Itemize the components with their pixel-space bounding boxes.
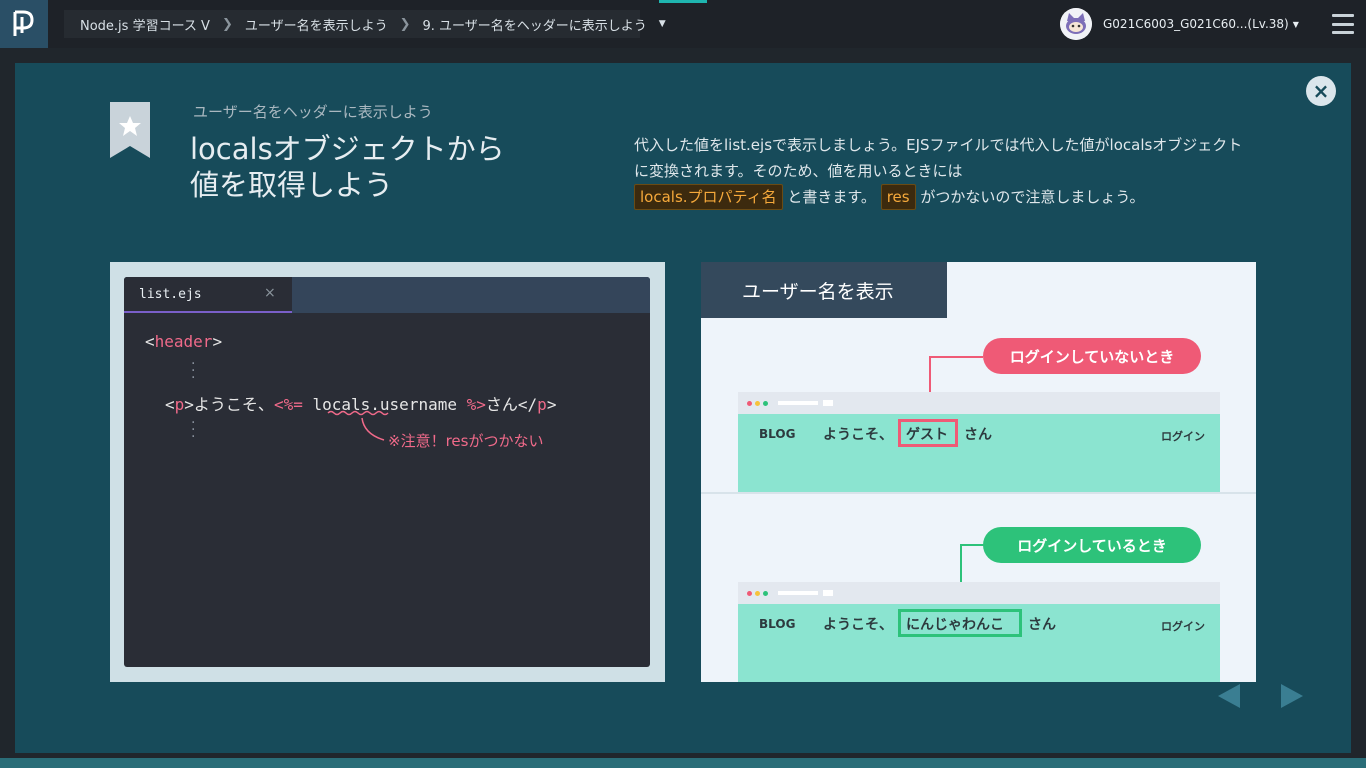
inline-code: res [880, 184, 916, 210]
user-name[interactable]: G021C6003_G021C60...(Lv.38) [1103, 17, 1289, 31]
mock-login-link: ログイン [1161, 430, 1205, 443]
breadcrumb-course[interactable]: Node.js 学習コース V [80, 15, 210, 34]
slide-description: 代入した値をlist.ejsで表示しましょう。EJSファイルでは代入した値がlo… [634, 132, 1254, 210]
mock-welcome-text: ようこそ、 [823, 617, 893, 633]
close-icon: × [264, 285, 276, 301]
prev-slide-icon[interactable] [1218, 684, 1240, 708]
mock-user-name: にんじゃわんこ [906, 617, 1004, 633]
mock-san-text: さん [1028, 617, 1056, 633]
user-menu[interactable]: G021C6003_G021C60...(Lv.38) ▼ [1060, 8, 1299, 40]
mock-welcome-text: ようこそ、 [823, 427, 893, 443]
description-text: 代入した値をlist.ejsで表示しましょう。EJSファイルでは代入した値がlo… [634, 136, 1243, 180]
code-line-header: <header> [145, 332, 223, 351]
top-accent-line [659, 0, 707, 3]
hamburger-menu-icon[interactable] [1332, 14, 1354, 34]
preview-title: ユーザー名を表示 [742, 281, 894, 303]
editor-filename: list.ejs [139, 287, 202, 302]
breadcrumb-page[interactable]: 9. ユーザー名をヘッダーに表示しよう [423, 15, 647, 34]
browser-toolbar [738, 582, 1220, 604]
progate-logo[interactable] [0, 0, 48, 48]
ninja-avatar-icon [1060, 8, 1092, 40]
slide-title-line1: localsオブジェクトから [190, 132, 505, 166]
close-icon[interactable]: × [1306, 76, 1336, 106]
editor-tab: list.ejs × [124, 277, 292, 313]
chevron-right-icon: ❯ [221, 16, 233, 32]
bookmark-icon [110, 102, 150, 162]
description-text: がつかないので注意しましょう。 [920, 188, 1145, 206]
squiggle-underline-icon [327, 410, 389, 441]
slide-title: localsオブジェクトから 値を取得しよう [190, 131, 590, 203]
browser-toolbar [738, 392, 1220, 414]
logged-in-label: ログインしているとき [983, 527, 1201, 563]
next-slide-icon[interactable] [1281, 684, 1303, 708]
description-text: と書きます。 [787, 188, 876, 206]
logo-icon [13, 10, 34, 36]
inline-code: locals.プロパティ名 [634, 184, 783, 210]
chevron-right-icon: ❯ [399, 16, 411, 32]
ellipsis-icon: · · · [191, 356, 196, 386]
logged-out-label: ログインしていないとき [983, 338, 1201, 374]
breadcrumb-section[interactable]: ユーザー名を表示しよう [245, 15, 388, 34]
preview-divider [701, 492, 1256, 494]
slide-title-line2: 値を取得しよう [190, 168, 394, 202]
mock-blog-logo: BLOG [759, 617, 796, 631]
chevron-down-icon[interactable]: ▼ [1293, 20, 1299, 29]
breadcrumb: Node.js 学習コース V ❯ ユーザー名を表示しよう ❯ 9. ユーザー名… [64, 10, 666, 38]
avatar[interactable] [1060, 8, 1092, 40]
ellipsis-icon: · · · [191, 415, 196, 445]
top-bar: Node.js 学習コース V ❯ ユーザー名を表示しよう ❯ 9. ユーザー名… [0, 0, 1366, 48]
slide-subtitle: ユーザー名をヘッダーに表示しよう [193, 103, 433, 121]
page-bottom-bar [0, 758, 1366, 768]
mock-login-link: ログイン [1161, 620, 1205, 633]
chevron-down-icon[interactable]: ▼ [659, 19, 666, 29]
mock-guest-name: ゲスト [906, 427, 948, 443]
mock-blog-logo: BLOG [759, 427, 796, 441]
mock-san-text: さん [964, 427, 992, 443]
warning-note: ※注意！resがつかない [388, 432, 544, 450]
